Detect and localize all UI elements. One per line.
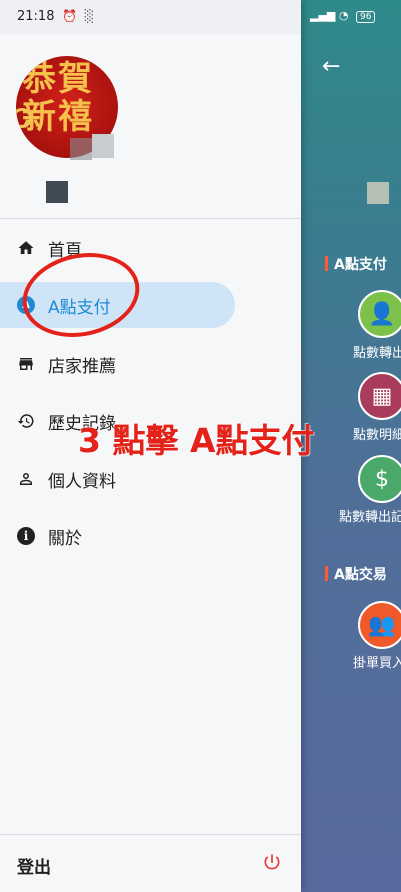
section-a-pay: A點支付 <box>325 254 387 274</box>
points-transfer-record-label[interactable]: 點數轉出記錄 <box>339 506 401 525</box>
back-arrow-icon[interactable]: ← <box>322 54 340 79</box>
menu-item-label: 個人資料 <box>48 471 116 492</box>
person-icon <box>16 469 36 489</box>
status-bar: 21:18 ⏰ ░ <box>0 0 301 34</box>
status-icons-left: ⏰ ░ <box>62 9 96 23</box>
info-icon: i <box>16 526 36 546</box>
person-transfer-icon[interactable]: 👤 <box>358 290 401 338</box>
menu-item-label: 關於 <box>48 528 82 549</box>
menu-item-about[interactable]: i 關於 <box>0 512 301 560</box>
people-down-icon[interactable]: 👥 <box>358 601 401 649</box>
blurred-id-block <box>46 181 68 203</box>
menu-item-store[interactable]: 店家推薦 <box>0 340 301 388</box>
power-icon[interactable] <box>262 852 282 877</box>
history-icon <box>16 411 36 431</box>
menu-item-label: 店家推薦 <box>48 356 116 377</box>
section-a-trade: A點交易 <box>325 564 387 584</box>
points-transfer-out-label[interactable]: 點數轉出 <box>353 342 401 361</box>
order-buy-label[interactable]: 掛單買入 <box>353 652 401 671</box>
blurred-name-block-2 <box>92 134 114 158</box>
store-icon <box>16 354 36 374</box>
tutorial-annotation: 3 點擊 A點支付 <box>78 421 315 460</box>
blurred-thumbnail <box>367 182 389 204</box>
battery-indicator: 96 <box>355 11 376 23</box>
logout-button[interactable]: 登出 <box>17 853 51 878</box>
home-icon <box>16 238 36 258</box>
avatar-text: 恭賀新禧 <box>22 59 94 137</box>
status-time: 21:18 <box>17 9 55 24</box>
dollar-up-icon[interactable]: $ <box>358 455 401 503</box>
points-detail-label[interactable]: 點數明細 <box>353 424 401 443</box>
status-icons-right: ▂▄▆ ◔ 96 <box>310 9 376 23</box>
drawer-divider-bottom <box>0 834 301 835</box>
calendar-dollar-icon[interactable]: ▦ <box>358 372 401 420</box>
blurred-name-block <box>70 138 92 160</box>
drawer-divider <box>0 218 301 219</box>
menu-item-profile[interactable]: 個人資料 <box>0 455 301 503</box>
